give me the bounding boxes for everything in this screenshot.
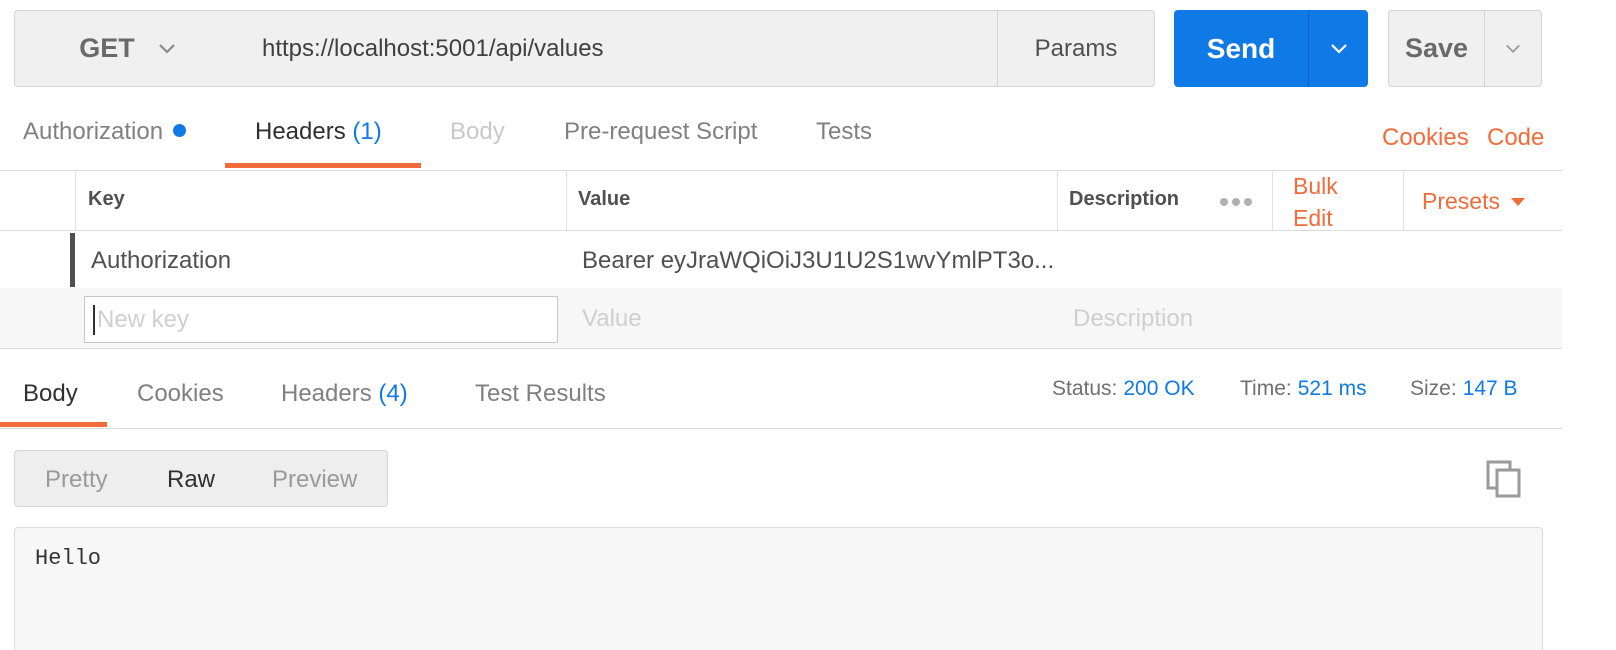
response-tab-test-results[interactable]: Test Results — [475, 380, 606, 408]
response-tab-body[interactable]: Body — [23, 380, 78, 408]
tab-headers-label: Headers — [255, 118, 346, 145]
response-tab-headers-count: (4) — [378, 380, 408, 407]
active-response-tab-indicator — [0, 422, 107, 427]
new-value-input[interactable]: Value — [582, 305, 642, 333]
response-tab-body-label: Body — [23, 380, 78, 407]
chevron-down-icon — [1330, 43, 1347, 54]
column-divider — [75, 170, 76, 231]
text-caret — [93, 304, 95, 335]
response-tab-cookies[interactable]: Cookies — [137, 380, 224, 408]
tab-headers-count: (1) — [352, 118, 382, 145]
chevron-down-icon — [1506, 44, 1520, 53]
save-label: Save — [1404, 33, 1469, 63]
status-label: Status: — [1052, 377, 1118, 400]
response-status: Status: 200 OK — [1052, 377, 1195, 401]
row-drag-handle[interactable] — [70, 233, 75, 287]
response-tab-headers[interactable]: Headers (4) — [281, 380, 408, 408]
send-dropdown-button[interactable] — [1308, 10, 1368, 87]
bulk-edit-link[interactable]: Bulk Edit — [1293, 170, 1338, 234]
view-preview-button[interactable]: Preview — [272, 466, 357, 494]
active-tab-indicator — [225, 163, 421, 168]
response-time: Time: 521 ms — [1240, 377, 1367, 401]
column-header-description: Description — [1069, 188, 1180, 210]
tab-tests[interactable]: Tests — [816, 118, 872, 146]
tab-tests-label: Tests — [816, 118, 873, 145]
tab-prerequest-label: Pre-request Script — [564, 118, 758, 145]
save-dropdown-button[interactable] — [1484, 10, 1542, 87]
tab-body-label: Body — [450, 118, 505, 145]
new-key-placeholder: New key — [97, 305, 190, 333]
chevron-down-icon — [158, 43, 175, 54]
column-divider — [1403, 170, 1404, 231]
header-key-cell[interactable]: Authorization — [91, 247, 231, 275]
method-label: GET — [79, 33, 135, 63]
code-link[interactable]: Code — [1487, 124, 1544, 152]
bulk-edit-line2: Edit — [1293, 205, 1333, 231]
column-header-value: Value — [578, 188, 631, 210]
params-button[interactable]: Params — [997, 10, 1155, 87]
save-button[interactable]: Save — [1388, 10, 1485, 87]
response-divider — [0, 428, 1562, 429]
presets-label: Presets — [1422, 188, 1500, 214]
params-label: Params — [1034, 34, 1118, 62]
bulk-edit-line1: Bulk — [1293, 173, 1338, 199]
response-body-text: Hello — [35, 546, 102, 571]
new-description-input[interactable]: Description — [1073, 305, 1193, 333]
response-body-panel[interactable] — [14, 527, 1543, 650]
response-tab-test-results-label: Test Results — [475, 380, 606, 407]
size-label: Size: — [1410, 377, 1457, 400]
time-value: 521 ms — [1297, 377, 1367, 400]
time-label: Time: — [1240, 377, 1292, 400]
view-pretty-button[interactable]: Pretty — [45, 466, 108, 494]
status-value: 200 OK — [1123, 377, 1195, 400]
tab-prerequest-script[interactable]: Pre-request Script — [564, 118, 757, 146]
new-key-input[interactable]: New key — [84, 296, 558, 343]
view-raw-button[interactable]: Raw — [167, 466, 215, 494]
size-value: 147 B — [1462, 377, 1518, 400]
method-select[interactable]: GET — [14, 10, 241, 87]
column-header-key: Key — [88, 188, 125, 210]
status-dot-icon — [173, 124, 187, 137]
tab-body[interactable]: Body — [450, 118, 505, 146]
url-input[interactable]: https://localhost:5001/api/values — [240, 10, 998, 87]
tab-authorization[interactable]: Authorization — [23, 118, 187, 146]
copy-icon[interactable] — [1486, 460, 1522, 498]
send-button[interactable]: Send — [1174, 10, 1308, 87]
presets-dropdown[interactable]: Presets — [1422, 188, 1526, 215]
column-divider — [1272, 170, 1273, 231]
tab-headers[interactable]: Headers (1) — [255, 118, 382, 146]
send-label: Send — [1206, 32, 1276, 64]
url-text: https://localhost:5001/api/values — [262, 34, 604, 62]
cookies-link[interactable]: Cookies — [1382, 124, 1469, 152]
response-tab-cookies-label: Cookies — [137, 380, 224, 407]
tab-authorization-label: Authorization — [23, 118, 164, 145]
header-value-cell[interactable]: Bearer eyJraWQiOiJ3U1U2S1wvYmlPT3o... — [582, 247, 1054, 275]
more-dots-icon[interactable] — [1219, 197, 1253, 207]
caret-down-icon — [1510, 197, 1525, 206]
response-tab-headers-label: Headers — [281, 380, 372, 407]
response-size: Size: 147 B — [1410, 377, 1518, 401]
